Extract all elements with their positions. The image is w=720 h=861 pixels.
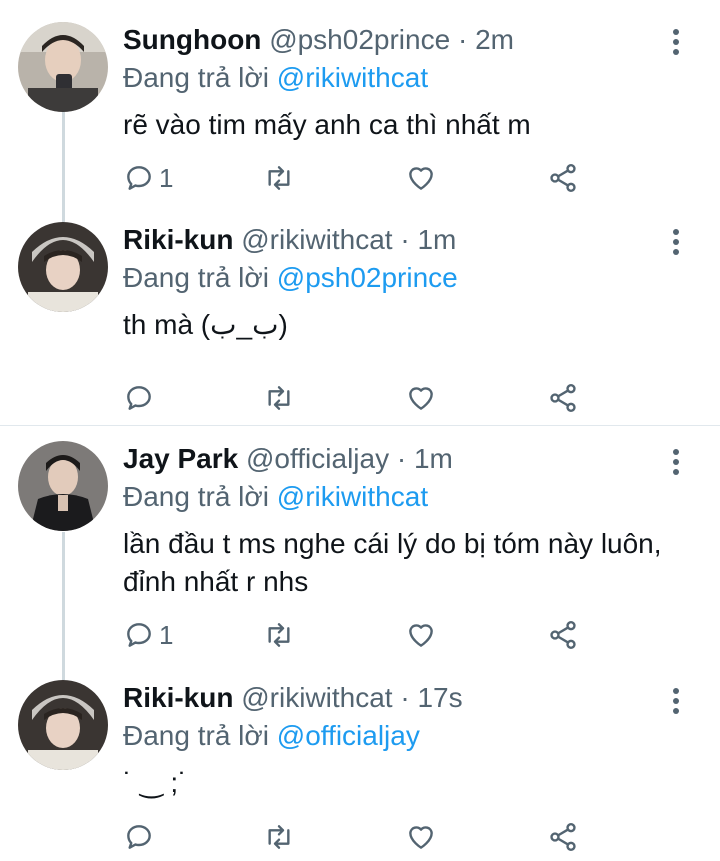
timestamp[interactable]: 1m <box>414 443 453 474</box>
share-icon <box>550 384 576 412</box>
tweet[interactable]: Riki-kun @rikiwithcat · 1m Đang trả lời … <box>0 222 720 425</box>
share-icon <box>550 823 576 851</box>
tweet-text: ˙ ‿ ;˙ <box>123 767 188 798</box>
avatar[interactable] <box>18 680 108 770</box>
reply-icon <box>127 386 151 410</box>
tweet-header: Riki-kun @rikiwithcat · 17s <box>123 680 670 716</box>
reply-context: Đang trả lời @rikiwithcat <box>123 60 670 96</box>
reply-count: 1 <box>159 162 174 193</box>
like-button[interactable] <box>405 817 437 857</box>
heart-icon <box>409 167 433 190</box>
reply-mention-link[interactable]: @rikiwithcat <box>277 481 428 512</box>
reply-count: 1 <box>159 619 174 650</box>
reply-context: Đang trả lời @psh02prince <box>123 260 670 296</box>
separator: · <box>396 443 407 474</box>
share-button[interactable] <box>547 158 579 198</box>
reply-icon <box>127 825 151 849</box>
retweet-button[interactable] <box>263 615 295 655</box>
reply-mention-link[interactable]: @rikiwithcat <box>277 62 428 93</box>
share-button[interactable] <box>547 378 579 418</box>
user-handle[interactable]: @psh02prince <box>269 24 450 55</box>
heart-icon <box>409 624 433 647</box>
retweet-icon <box>268 166 290 190</box>
reply-button[interactable]: 1 <box>123 158 173 198</box>
reply-mention-link[interactable]: @psh02prince <box>277 262 458 293</box>
avatar[interactable] <box>18 22 108 112</box>
retweet-icon <box>268 825 290 849</box>
more-options-icon[interactable] <box>672 449 680 479</box>
separator: · <box>400 224 410 255</box>
user-handle[interactable]: @officialjay <box>246 443 389 474</box>
tweet-text: rẽ vào tim mấy anh ca thì nhất m <box>123 109 531 140</box>
avatar[interactable] <box>18 222 108 312</box>
retweet-icon <box>268 623 290 647</box>
more-options-icon[interactable] <box>672 688 680 718</box>
tweet[interactable]: Riki-kun @rikiwithcat · 17s Đang trả lời… <box>0 680 720 861</box>
like-button[interactable] <box>405 378 437 418</box>
reply-prefix: Đang trả lời <box>123 481 269 512</box>
reply-button[interactable]: 1 <box>123 615 173 655</box>
tweet-text: th mà (ب_ب) <box>123 309 288 340</box>
reply-prefix: Đang trả lời <box>123 62 269 93</box>
reply-button[interactable] <box>123 817 159 857</box>
user-handle[interactable]: @rikiwithcat <box>241 224 392 255</box>
share-icon <box>550 164 576 192</box>
reply-context: Đang trả lời @officialjay <box>123 718 670 754</box>
reply-mention-link[interactable]: @officialjay <box>277 720 420 751</box>
reply-icon <box>127 623 151 647</box>
timestamp[interactable]: 17s <box>417 682 462 713</box>
timestamp[interactable]: 2m <box>475 24 514 55</box>
retweet-button[interactable] <box>263 378 295 418</box>
reply-button[interactable] <box>123 378 159 418</box>
display-name[interactable]: Riki-kun <box>123 224 233 255</box>
share-button[interactable] <box>547 817 579 857</box>
reply-prefix: Đang trả lời <box>123 720 269 751</box>
display-name[interactable]: Sunghoon <box>123 24 261 55</box>
thread-divider <box>0 425 720 426</box>
user-handle[interactable]: @rikiwithcat <box>241 682 392 713</box>
tweet[interactable]: Sunghoon @psh02prince · 2m Đang trả lời … <box>0 0 720 222</box>
more-options-icon[interactable] <box>672 29 680 59</box>
heart-icon <box>409 826 433 849</box>
share-button[interactable] <box>547 615 579 655</box>
display-name[interactable]: Jay Park <box>123 443 238 474</box>
tweet-header: Riki-kun @rikiwithcat · 1m <box>123 222 670 258</box>
like-button[interactable] <box>405 615 437 655</box>
reply-prefix: Đang trả lời <box>123 262 269 293</box>
separator: · <box>400 682 410 713</box>
share-icon <box>550 621 576 649</box>
retweet-button[interactable] <box>263 817 295 857</box>
more-options-icon[interactable] <box>672 229 680 259</box>
reply-icon <box>127 166 151 190</box>
heart-icon <box>409 387 433 410</box>
display-name[interactable]: Riki-kun <box>123 682 233 713</box>
timestamp[interactable]: 1m <box>417 224 456 255</box>
tweet-text: lần đầu t ms nghe cái lý do bị tóm này l… <box>123 528 662 597</box>
avatar[interactable] <box>18 441 108 531</box>
reply-context: Đang trả lời @rikiwithcat <box>123 479 670 515</box>
tweet[interactable]: Jay Park @officialjay · 1m Đang trả lời … <box>0 441 720 677</box>
like-button[interactable] <box>405 158 437 198</box>
separator: · <box>457 24 468 55</box>
retweet-icon <box>268 386 290 410</box>
retweet-button[interactable] <box>263 158 295 198</box>
tweet-header: Jay Park @officialjay · 1m <box>123 441 670 477</box>
tweet-header: Sunghoon @psh02prince · 2m <box>123 22 670 58</box>
